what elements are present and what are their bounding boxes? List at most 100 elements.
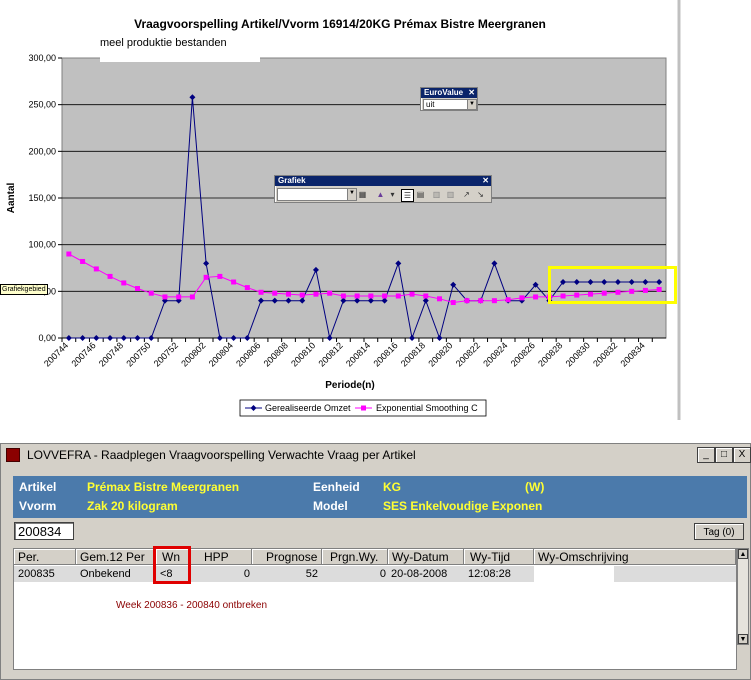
wn-highlight-box <box>153 546 191 584</box>
eurovalue-title-bar[interactable]: EuroValue ✕ <box>421 88 477 98</box>
data-point-smoothing <box>368 293 374 299</box>
data-point-smoothing <box>340 293 346 299</box>
format-object-icon[interactable]: ▦ <box>357 189 368 200</box>
maximize-button[interactable]: □ <box>715 447 733 463</box>
data-point-smoothing <box>354 293 360 299</box>
data-point-smoothing <box>176 294 182 300</box>
chart-subtitle-box: meel produktie bestanden <box>100 36 260 62</box>
eurovalue-selected: uit <box>426 100 435 109</box>
x-axis-label: Periode(n) <box>325 380 374 391</box>
data-point-smoothing <box>80 258 86 264</box>
column-header-prognose[interactable]: Prognose <box>252 549 322 565</box>
grafiek-title: Grafiek <box>278 176 306 185</box>
scrollbar-corner <box>737 645 749 670</box>
data-point-smoothing <box>450 300 456 306</box>
data-point-smoothing <box>409 291 415 297</box>
chart-type-icon[interactable]: ▲ <box>375 189 386 200</box>
eurovalue-toolbar[interactable]: EuroValue ✕ uit ▼ <box>420 87 478 111</box>
angle-text-down-icon[interactable]: ↘ <box>475 189 486 200</box>
vvorm-value: Zak 20 kilogram <box>87 499 178 513</box>
article-info-panel: Artikel Prémax Bistre Meergranen Vvorm Z… <box>13 476 747 518</box>
cell-prognose[interactable]: 52 <box>252 566 318 582</box>
week-input[interactable]: 200834 <box>14 522 74 540</box>
data-point-smoothing <box>162 294 168 300</box>
by-row-icon[interactable]: ▥ <box>431 189 442 200</box>
column-header-wy-tijd[interactable]: Wy-Tijd <box>464 549 534 565</box>
column-header-wy-omschrijving[interactable]: Wy-Omschrijving <box>534 549 736 565</box>
data-point-smoothing <box>244 285 250 291</box>
data-point-smoothing <box>313 291 319 297</box>
cell-hpp[interactable]: 0 <box>190 566 250 582</box>
chevron-down-icon[interactable]: ▼ <box>347 189 356 200</box>
data-point-smoothing <box>135 286 140 292</box>
data-point-smoothing <box>272 290 278 296</box>
data-point-smoothing <box>382 293 388 299</box>
grafiek-title-bar[interactable]: Grafiek ✕ <box>275 176 491 186</box>
grafiekgebied-tooltip: Grafiekgebied <box>0 284 48 295</box>
highlight-forecast-region <box>548 266 677 304</box>
forecast-grid: Per. Gem.12 Per Wn HPP Prognose Prgn.Wy.… <box>13 548 737 670</box>
data-point-smoothing <box>93 266 99 272</box>
cell-gem12[interactable]: Onbekend <box>80 566 131 582</box>
data-point-smoothing <box>533 294 539 300</box>
data-point-smoothing <box>121 280 127 286</box>
data-point-smoothing <box>505 297 511 303</box>
cell-prgn-wy[interactable]: 0 <box>322 566 386 582</box>
chart-title: Vraagvoorspelling Artikel/Vvorm 16914/20… <box>134 17 546 31</box>
y-axis-label: Aantal <box>6 182 17 213</box>
data-point-smoothing <box>258 289 264 295</box>
column-header-wy-datum[interactable]: Wy-Datum <box>388 549 464 565</box>
data-point-smoothing <box>491 298 497 304</box>
artikel-label: Artikel <box>19 480 57 494</box>
cell-wy-datum[interactable]: 20-08-2008 <box>391 566 447 582</box>
data-point-smoothing <box>231 279 237 285</box>
chevron-down-icon[interactable]: ▼ <box>467 100 476 109</box>
column-header-per[interactable]: Per. <box>14 549 76 565</box>
y-tick-label: 100,00 <box>28 240 56 250</box>
legend-icon[interactable]: ☰ <box>401 189 414 202</box>
cell-wy-omschrijving[interactable] <box>534 566 614 582</box>
chart-object-select[interactable]: ▼ <box>277 188 357 201</box>
eenheid-value: KG <box>383 480 401 494</box>
by-column-icon[interactable]: ▥ <box>445 189 456 200</box>
scroll-down-icon[interactable]: ▼ <box>738 634 748 644</box>
data-point-smoothing <box>189 294 195 300</box>
close-button[interactable]: X <box>733 447 751 463</box>
y-tick-label: 300,00 <box>28 53 56 63</box>
data-point-smoothing <box>299 292 305 298</box>
vertical-scrollbar[interactable]: ▲ ▼ <box>737 548 749 645</box>
chart-area: 0,0050,00100,00150,00200,00250,00300,00 … <box>0 0 681 420</box>
data-point-smoothing <box>437 296 442 302</box>
grafiek-toolbar[interactable]: Grafiek ✕ ▼ ▦ ▲ ▾ ☰ ▤ ▥ ▥ ↗ ↘ <box>274 175 492 203</box>
angle-text-up-icon[interactable]: ↗ <box>461 189 472 200</box>
chart-subtitle: meel produktie bestanden <box>100 37 227 49</box>
data-point-smoothing <box>217 273 223 279</box>
cell-per[interactable]: 200835 <box>18 566 55 582</box>
vvorm-label: Vvorm <box>19 499 57 513</box>
data-point-smoothing <box>148 290 154 296</box>
chevron-down-icon[interactable]: ▾ <box>387 189 398 200</box>
legend-label-series1: Gerealiseerde Omzet <box>265 403 351 413</box>
column-header-gem12[interactable]: Gem.12 Per <box>76 549 156 565</box>
window-title-bar[interactable]: LOVVEFRA - Raadplegen Vraagvoorspelling … <box>1 444 751 466</box>
minimize-button[interactable]: _ <box>697 447 715 463</box>
column-header-prgn-wy[interactable]: Prgn.Wy. <box>322 549 388 565</box>
data-point-smoothing <box>478 298 484 304</box>
window-title: LOVVEFRA - Raadplegen Vraagvoorspelling … <box>27 448 416 462</box>
data-point-smoothing <box>203 274 209 280</box>
tag-button[interactable]: Tag (0) <box>694 523 744 540</box>
close-icon[interactable]: ✕ <box>468 88 475 98</box>
model-value: SES Enkelvoudige Exponen <box>383 499 543 513</box>
scroll-up-icon[interactable]: ▲ <box>738 549 748 559</box>
column-header-hpp[interactable]: HPP <box>190 549 252 565</box>
model-label: Model <box>313 499 348 513</box>
y-tick-label: 250,00 <box>28 100 56 110</box>
data-table-icon[interactable]: ▤ <box>415 189 426 200</box>
cell-wy-tijd[interactable]: 12:08:28 <box>468 566 511 582</box>
eurovalue-select[interactable]: uit ▼ <box>423 99 477 110</box>
artikel-value: Prémax Bistre Meergranen <box>87 480 240 494</box>
y-tick-label: 150,00 <box>28 193 56 203</box>
data-point-smoothing <box>395 293 401 299</box>
close-icon[interactable]: ✕ <box>482 176 489 186</box>
app-icon <box>6 448 20 462</box>
